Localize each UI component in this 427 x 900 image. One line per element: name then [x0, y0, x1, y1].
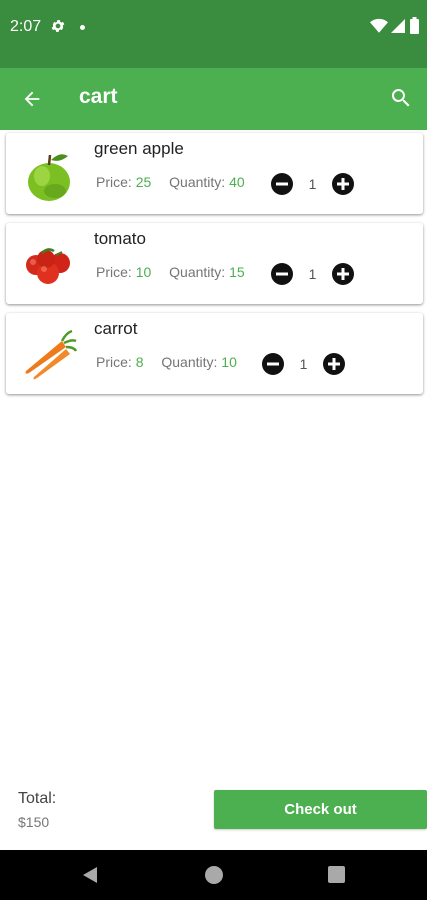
- price-value: 8: [135, 354, 144, 370]
- cart-item[interactable]: tomato Price: 10 Quantity: 15 1: [6, 223, 423, 304]
- price-value: 10: [135, 264, 152, 280]
- decrement-button[interactable]: [271, 173, 293, 195]
- checkout-button[interactable]: Check out: [214, 790, 427, 829]
- price-label: Price:: [96, 354, 132, 370]
- tomato-icon: [26, 248, 70, 284]
- system-nav-bar: [0, 850, 427, 900]
- battery-icon: [410, 17, 419, 34]
- nav-home-icon[interactable]: [205, 866, 223, 884]
- quantity-count: 1: [308, 176, 317, 192]
- search-icon: [391, 89, 410, 107]
- apple-icon: [28, 154, 70, 201]
- quantity-count: 1: [299, 356, 308, 372]
- increment-button[interactable]: [332, 263, 354, 285]
- cart-item[interactable]: carrot Price: 8 Quantity: 10 1: [6, 313, 423, 394]
- decrement-button[interactable]: [271, 263, 293, 285]
- carrot-icon: [25, 329, 78, 380]
- decrement-button[interactable]: [262, 353, 284, 375]
- status-time: 2:07: [10, 18, 42, 35]
- item-name: carrot: [94, 319, 138, 338]
- minus-icon: [276, 182, 288, 186]
- status-bar: 2:07: [0, 0, 427, 68]
- cart-list: green apple Price: 25 Quantity: 40 1 tom…: [6, 133, 423, 403]
- quantity-label: Quantity:: [161, 354, 218, 370]
- back-button[interactable]: [16, 83, 48, 115]
- minus-icon: [276, 272, 288, 276]
- signal-icon: [391, 19, 405, 33]
- item-name: green apple: [94, 139, 184, 158]
- plus-icon: [337, 178, 349, 190]
- price-label: Price:: [96, 264, 132, 280]
- gear-icon: [51, 20, 65, 32]
- nav-back-icon[interactable]: [81, 866, 99, 884]
- item-meta: Price: 10 Quantity: 15: [96, 264, 245, 280]
- cart-item[interactable]: green apple Price: 25 Quantity: 40 1: [6, 133, 423, 214]
- plus-icon: [328, 358, 340, 370]
- increment-button[interactable]: [323, 353, 345, 375]
- price-value: 25: [135, 174, 152, 190]
- quantity-stepper: 1: [271, 173, 354, 195]
- dot-icon: [80, 25, 85, 30]
- page-title: cart: [79, 85, 118, 108]
- wifi-icon: [370, 18, 388, 33]
- quantity-label: Quantity:: [169, 264, 226, 280]
- item-name: tomato: [94, 229, 146, 248]
- quantity-value: 15: [229, 264, 245, 280]
- total-label: Total:: [18, 790, 57, 807]
- item-meta: Price: 25 Quantity: 40: [96, 174, 245, 190]
- quantity-stepper: 1: [271, 263, 354, 285]
- quantity-value: 10: [221, 354, 237, 370]
- plus-icon: [337, 268, 349, 280]
- total-value: $150: [18, 814, 50, 830]
- minus-icon: [267, 362, 279, 366]
- arrow-back-icon: [24, 91, 40, 107]
- increment-button[interactable]: [332, 173, 354, 195]
- quantity-value: 40: [229, 174, 245, 190]
- app-bar: cart: [0, 68, 427, 130]
- quantity-label: Quantity:: [169, 174, 226, 190]
- quantity-stepper: 1: [262, 353, 345, 375]
- search-button[interactable]: [386, 83, 416, 113]
- item-meta: Price: 8 Quantity: 10: [96, 354, 237, 370]
- nav-recents-icon[interactable]: [328, 866, 345, 883]
- quantity-count: 1: [308, 266, 317, 282]
- price-label: Price:: [96, 174, 132, 190]
